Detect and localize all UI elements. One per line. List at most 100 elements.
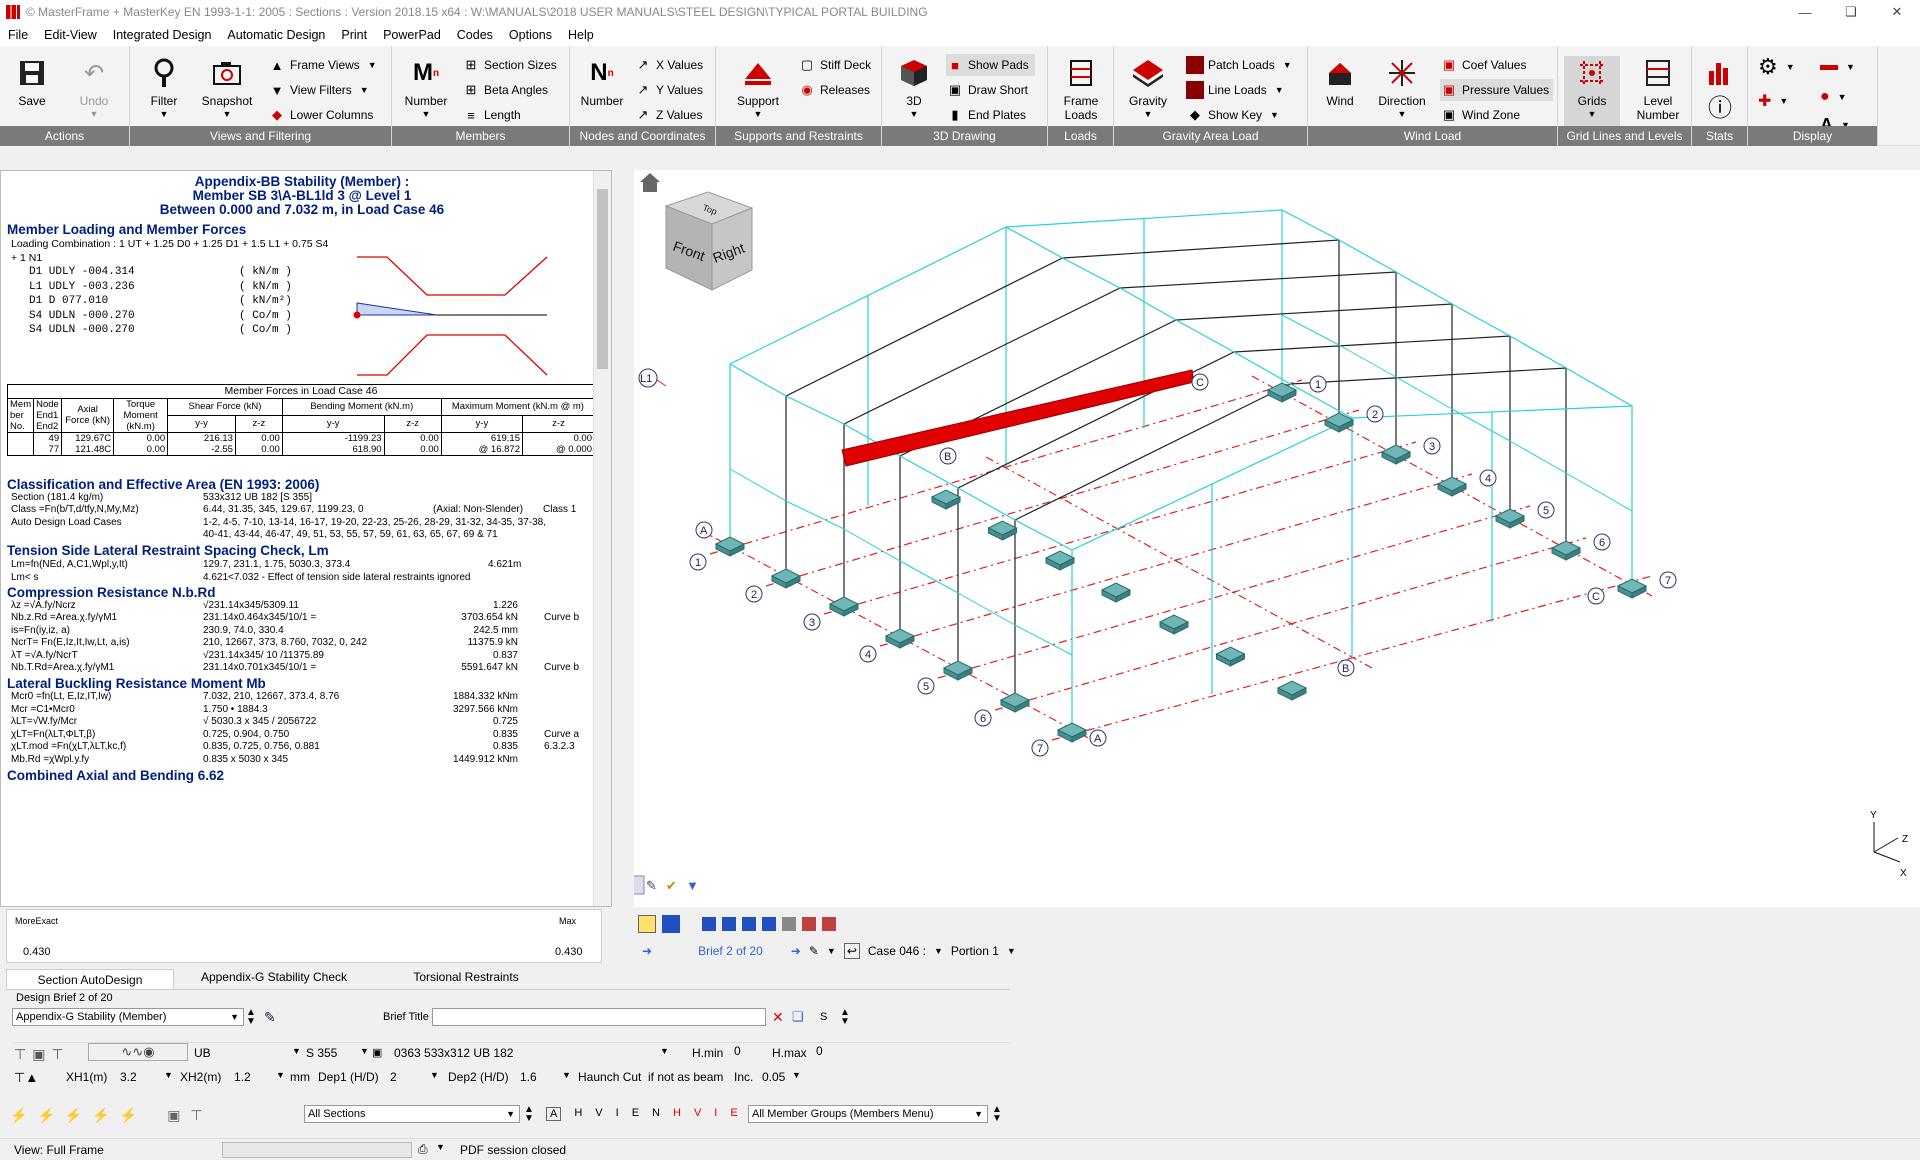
home-icon[interactable] [640, 173, 660, 192]
design-tool-icon[interactable]: ⚡ [37, 1107, 54, 1124]
design-tool-icon[interactable]: ⚡ [10, 1107, 27, 1124]
dep2-value[interactable]: 1.6 [520, 1070, 537, 1084]
stiff-deck-button[interactable]: ▢ Stiff Deck [798, 54, 871, 76]
grade-value[interactable]: S 355 [306, 1046, 337, 1060]
show-pads-button[interactable]: ■ Show Pads [946, 54, 1035, 76]
releases-button[interactable]: ◉ Releases [798, 79, 870, 101]
menu-automatic-design[interactable]: Automatic Design [219, 28, 333, 42]
menu-file[interactable]: File [0, 28, 36, 42]
report-tool-icon[interactable] [662, 915, 680, 933]
portion-selector[interactable]: Portion 1 [951, 944, 999, 958]
color-button[interactable]: ● ▼ [1820, 86, 1847, 108]
report-tool-icon[interactable] [638, 915, 656, 933]
haunch-icons[interactable]: ⊤▲ [14, 1070, 38, 1086]
tab-section-autodesign[interactable]: Section AutoDesign [6, 969, 174, 989]
stats-button[interactable]: ⓘ [1692, 56, 1748, 122]
filter-e-red[interactable]: E [730, 1107, 737, 1121]
beta-angles-button[interactable]: ⊞ Beta Angles [462, 79, 549, 101]
brief-type-select[interactable]: Appendix-G Stability (Member) ▼ [12, 1008, 244, 1026]
undo-button[interactable]: ↶ Undo ▼ [66, 56, 122, 120]
patch-loads-button[interactable]: Patch Loads ▼ [1186, 54, 1292, 76]
3d-viewport[interactable]: Top Front Right 1 2 3 4 5 6 7 1 2 3 4 5 6 7 A B C A B C L1 Y… [625, 170, 1920, 907]
settings-button[interactable]: ⚙ ▼ [1758, 54, 1795, 79]
wind-zone-button[interactable]: ▣ Wind Zone [1440, 104, 1520, 126]
member-number-button[interactable]: Mn Number ▼ [398, 56, 454, 119]
view-tool-icon[interactable]: ✎ [646, 878, 657, 893]
edit-brief-icon[interactable]: ✎ [264, 1009, 276, 1026]
z-values-button[interactable]: ↗ Z Values [634, 104, 703, 126]
edit-icon[interactable]: ✎ [809, 944, 819, 958]
filter-h[interactable]: H [574, 1107, 582, 1121]
coef-values-button[interactable]: ▣ Coef Values [1440, 54, 1527, 76]
view-cube[interactable]: Top Front Right [664, 191, 754, 291]
haunch-cut-value[interactable]: if not as beam [648, 1070, 723, 1084]
section-sizes-button[interactable]: ⊞ Section Sizes [462, 54, 557, 76]
snapshot-button[interactable]: Snapshot ▼ [194, 56, 260, 119]
prev-arrow-icon[interactable]: ➜ [642, 944, 652, 958]
restore-icon[interactable]: ❏ [1828, 0, 1874, 24]
filter-funnel-icon[interactable]: ▼ [686, 878, 699, 893]
tab-appendix-g[interactable]: Appendix-G Stability Check [180, 967, 368, 987]
printer-dropdown[interactable]: ▼ [436, 1142, 445, 1152]
report-tool-icon[interactable] [762, 917, 776, 931]
design-tool-icon[interactable]: ⚡ [120, 1107, 137, 1124]
s-spinner[interactable]: ▲ ▼ [840, 1008, 850, 1027]
report-tool-icon[interactable] [782, 917, 796, 931]
show-key-button[interactable]: ◆ Show Key ▼ [1186, 104, 1279, 126]
brief-title-input[interactable] [432, 1008, 766, 1026]
dep1-value[interactable]: 2 [390, 1070, 397, 1084]
next-arrow-icon[interactable]: ➜ [791, 944, 801, 958]
filter-i-red[interactable]: I [714, 1107, 717, 1121]
direction-button[interactable]: Direction ▼ [1372, 56, 1432, 119]
hmin-value[interactable]: 0 [734, 1044, 741, 1058]
section-type-value[interactable]: UB [194, 1046, 211, 1060]
section-type-icons[interactable]: ⊤▣⊤ [14, 1046, 70, 1063]
view-tool-icon[interactable]: ✔ [666, 878, 677, 893]
grids-button[interactable]: Grids ▼ [1564, 56, 1620, 126]
sections-select[interactable]: All Sections ▼ [304, 1105, 520, 1123]
xh2-spinner[interactable]: ▼ [276, 1070, 285, 1080]
dep2-spinner[interactable]: ▼ [562, 1070, 571, 1080]
scrollbar-thumb[interactable] [597, 189, 608, 369]
save-button[interactable]: Save [4, 56, 60, 108]
minimize-icon[interactable]: — [1782, 0, 1828, 24]
sections-spinner[interactable]: ▲ ▼ [524, 1105, 534, 1124]
end-plates-button[interactable]: ▮ End Plates [946, 104, 1026, 126]
filter-button[interactable]: Filter ▼ [136, 56, 192, 119]
xh2-value[interactable]: 1.2 [234, 1070, 251, 1084]
design-tool-icon[interactable]: ⚡ [92, 1107, 109, 1124]
inc-spinner[interactable]: ▼ [792, 1070, 801, 1080]
filter-i[interactable]: I [616, 1107, 619, 1121]
member-groups-select[interactable]: All Member Groups (Members Menu) ▼ [748, 1105, 988, 1123]
menu-options[interactable]: Options [501, 28, 560, 42]
design-tool-icon[interactable]: ⊤ [190, 1107, 202, 1124]
support-button[interactable]: Support ▼ [730, 56, 786, 119]
filter-v[interactable]: V [595, 1107, 602, 1121]
line-style-button[interactable]: ▼ [1820, 56, 1855, 78]
menu-integrated-design[interactable]: Integrated Design [105, 28, 220, 42]
lower-columns-button[interactable]: ◆ Lower Columns [268, 104, 373, 126]
pressure-values-button[interactable]: ▣ Pressure Values [1440, 79, 1554, 101]
filter-v-red[interactable]: V [694, 1107, 701, 1121]
hmax-value[interactable]: 0 [816, 1044, 823, 1058]
menu-codes[interactable]: Codes [449, 28, 501, 42]
profile-icons[interactable]: ∿∿◉ [88, 1043, 188, 1061]
node-number-button[interactable]: Nn Number [574, 56, 630, 108]
menu-print[interactable]: Print [333, 28, 375, 42]
report-tool-icon[interactable] [742, 917, 756, 931]
member-groups-spinner[interactable]: ▲ ▼ [992, 1105, 1002, 1124]
line-loads-button[interactable]: Line Loads ▼ [1186, 79, 1284, 101]
design-tool-icon[interactable]: ▣ [167, 1107, 180, 1124]
length-button[interactable]: ≡ Length [462, 104, 521, 126]
filter-all[interactable]: A [546, 1107, 562, 1121]
copy-brief-icon[interactable]: ❏ [792, 1009, 804, 1025]
pin-icon[interactable]: ↩ [843, 943, 860, 959]
report-tool-icon[interactable] [702, 917, 716, 931]
report-tool-icon[interactable] [722, 917, 736, 931]
draw-short-button[interactable]: ▣ Draw Short [946, 79, 1028, 101]
xh1-value[interactable]: 3.2 [120, 1070, 137, 1084]
filter-h-red[interactable]: H [673, 1107, 681, 1121]
section-type-dropdown[interactable]: ▼ [292, 1046, 301, 1056]
view-filters-button[interactable]: ▼ View Filters ▼ [268, 79, 369, 101]
dep1-spinner[interactable]: ▼ [430, 1070, 439, 1080]
